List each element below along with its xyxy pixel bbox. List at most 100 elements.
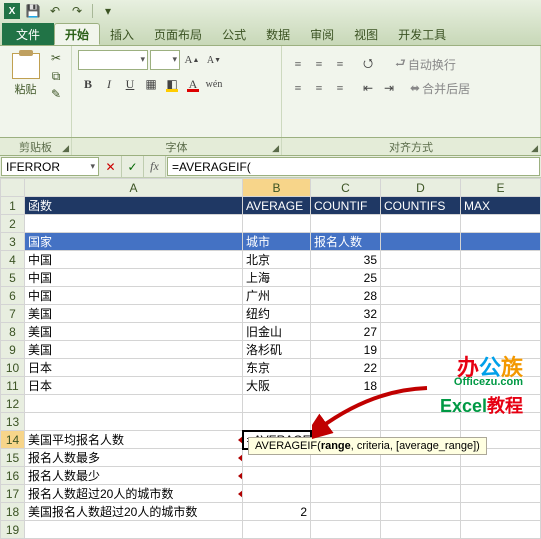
cell[interactable] — [381, 233, 461, 251]
tab-1[interactable]: 插入 — [100, 23, 144, 45]
row-header[interactable]: 13 — [1, 413, 25, 431]
cell[interactable] — [311, 521, 381, 539]
cell[interactable]: COUNTIF — [311, 197, 381, 215]
cell[interactable] — [461, 233, 541, 251]
cell[interactable]: 报名人数最少 — [25, 467, 243, 485]
align-left-button[interactable]: ≡ — [288, 78, 308, 98]
paste-button[interactable]: 粘贴 — [6, 50, 45, 98]
enter-formula-icon[interactable]: ✓ — [122, 156, 144, 177]
decrease-indent-button[interactable]: ⇤ — [358, 78, 378, 98]
cell[interactable] — [243, 395, 311, 413]
qat-save-icon[interactable]: 💾 — [24, 2, 42, 20]
cell[interactable]: 美国 — [25, 305, 243, 323]
cell[interactable] — [25, 215, 243, 233]
copy-icon[interactable]: ⧉ — [47, 68, 65, 84]
dialog-launcher-icon[interactable]: ◢ — [272, 143, 279, 154]
border-button[interactable]: ▦ — [141, 74, 161, 94]
row-header[interactable]: 14 — [1, 431, 25, 449]
row-header[interactable]: 2 — [1, 215, 25, 233]
dialog-launcher-icon[interactable]: ◢ — [62, 143, 69, 154]
col-header-D[interactable]: D — [381, 179, 461, 197]
row-header[interactable]: 15 — [1, 449, 25, 467]
cell[interactable] — [311, 485, 381, 503]
cell[interactable]: 中国 — [25, 251, 243, 269]
row-header[interactable]: 12 — [1, 395, 25, 413]
row-header[interactable]: 17 — [1, 485, 25, 503]
cell[interactable] — [461, 467, 541, 485]
orientation-button[interactable]: ⭯ — [358, 54, 378, 74]
cell[interactable]: 报名人数超过20人的城市数 — [25, 485, 243, 503]
cell[interactable] — [243, 467, 311, 485]
cell[interactable]: 北京 — [243, 251, 311, 269]
cell[interactable] — [381, 269, 461, 287]
cell[interactable]: 25 — [311, 269, 381, 287]
tab-4[interactable]: 数据 — [256, 23, 300, 45]
cell[interactable] — [25, 521, 243, 539]
align-middle-button[interactable]: ≡ — [309, 54, 329, 74]
cell[interactable]: 城市 — [243, 233, 311, 251]
col-header-E[interactable]: E — [461, 179, 541, 197]
row-header[interactable]: 16 — [1, 467, 25, 485]
tab-5[interactable]: 审阅 — [300, 23, 344, 45]
cell[interactable] — [381, 521, 461, 539]
cell[interactable] — [243, 485, 311, 503]
cell[interactable]: 2 — [243, 503, 311, 521]
cell[interactable]: 报名人数 — [311, 233, 381, 251]
row-header[interactable]: 11 — [1, 377, 25, 395]
qat-redo-icon[interactable]: ↷ — [68, 2, 86, 20]
row-header[interactable]: 8 — [1, 323, 25, 341]
cell[interactable]: AVERAGE — [243, 197, 311, 215]
underline-button[interactable]: U — [120, 74, 140, 94]
cell[interactable]: 国家 — [25, 233, 243, 251]
tab-0[interactable]: 开始 — [54, 23, 100, 45]
cell[interactable]: 广州 — [243, 287, 311, 305]
tab-2[interactable]: 页面布局 — [144, 23, 212, 45]
name-box[interactable]: IFERROR — [1, 157, 99, 176]
align-bottom-button[interactable]: ≡ — [330, 54, 350, 74]
cell[interactable]: 美国平均报名人数 — [25, 431, 243, 449]
qat-undo-icon[interactable]: ↶ — [46, 2, 64, 20]
cell[interactable] — [461, 287, 541, 305]
cell[interactable]: 报名人数最多 — [25, 449, 243, 467]
cell[interactable] — [381, 503, 461, 521]
cell[interactable]: 美国报名人数超过20人的城市数 — [25, 503, 243, 521]
cell[interactable] — [25, 395, 243, 413]
cell[interactable] — [461, 251, 541, 269]
cell[interactable] — [381, 323, 461, 341]
cell[interactable] — [461, 323, 541, 341]
align-right-button[interactable]: ≡ — [330, 78, 350, 98]
font-color-button[interactable]: A — [183, 74, 203, 94]
cell[interactable]: 东京 — [243, 359, 311, 377]
increase-indent-button[interactable]: ⇥ — [379, 78, 399, 98]
tab-6[interactable]: 视图 — [344, 23, 388, 45]
cell[interactable]: 22 — [311, 359, 381, 377]
fill-color-button[interactable]: ◧ — [162, 74, 182, 94]
insert-function-icon[interactable]: fx — [144, 156, 166, 177]
cell[interactable] — [243, 215, 311, 233]
row-header[interactable]: 9 — [1, 341, 25, 359]
qat-customize-icon[interactable]: ▾ — [99, 2, 117, 20]
row-header[interactable]: 1 — [1, 197, 25, 215]
row-header[interactable]: 6 — [1, 287, 25, 305]
dialog-launcher-icon[interactable]: ◢ — [531, 143, 538, 154]
cell[interactable]: 27 — [311, 323, 381, 341]
cell[interactable] — [311, 215, 381, 233]
cell[interactable]: 洛杉矶 — [243, 341, 311, 359]
cell[interactable]: 旧金山 — [243, 323, 311, 341]
cell[interactable] — [461, 269, 541, 287]
row-header[interactable]: 4 — [1, 251, 25, 269]
cell[interactable]: MAX — [461, 197, 541, 215]
align-center-button[interactable]: ≡ — [309, 78, 329, 98]
tab-file[interactable]: 文件 — [2, 23, 54, 45]
format-painter-icon[interactable]: ✎ — [47, 86, 65, 102]
tab-3[interactable]: 公式 — [212, 23, 256, 45]
cell[interactable]: 大阪 — [243, 377, 311, 395]
cell[interactable]: 35 — [311, 251, 381, 269]
cell[interactable] — [381, 359, 461, 377]
cell[interactable]: 上海 — [243, 269, 311, 287]
cell[interactable] — [461, 503, 541, 521]
cell[interactable] — [311, 467, 381, 485]
row-header[interactable]: 18 — [1, 503, 25, 521]
row-header[interactable]: 3 — [1, 233, 25, 251]
cell[interactable] — [311, 503, 381, 521]
